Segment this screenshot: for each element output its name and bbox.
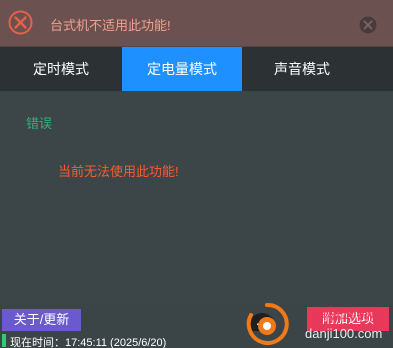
error-label: 错误 [26,116,53,131]
status-bar: 现在时间：17:45:11 (2025/6/20) [0,331,393,348]
app-window: 台式机不适用此功能! 定时模式 定电量模式 声音模式 错误 当前无法使用此功能!… [0,0,393,348]
close-icon[interactable] [359,16,377,34]
status-accent-bar [2,334,6,347]
error-message: 当前无法使用此功能! [58,164,179,179]
extra-options-button[interactable]: 附加选项 [307,307,389,331]
about-update-button[interactable]: 关于/更新 [2,309,81,331]
tab-battery-mode[interactable]: 定电量模式 [122,47,242,91]
tab-timer-mode[interactable]: 定时模式 [0,47,122,91]
banner-message: 台式机不适用此功能! [50,18,171,33]
tab-sound-mode[interactable]: 声音模式 [242,47,362,91]
current-time-text: 现在时间：17:45:11 (2025/6/20) [10,337,167,348]
tab-content-panel: 错误 当前无法使用此功能! [0,91,393,304]
error-circle-icon [8,10,33,35]
mode-tabs: 定时模式 定电量模式 声音模式 [0,47,393,91]
error-banner: 台式机不适用此功能! [0,0,393,47]
